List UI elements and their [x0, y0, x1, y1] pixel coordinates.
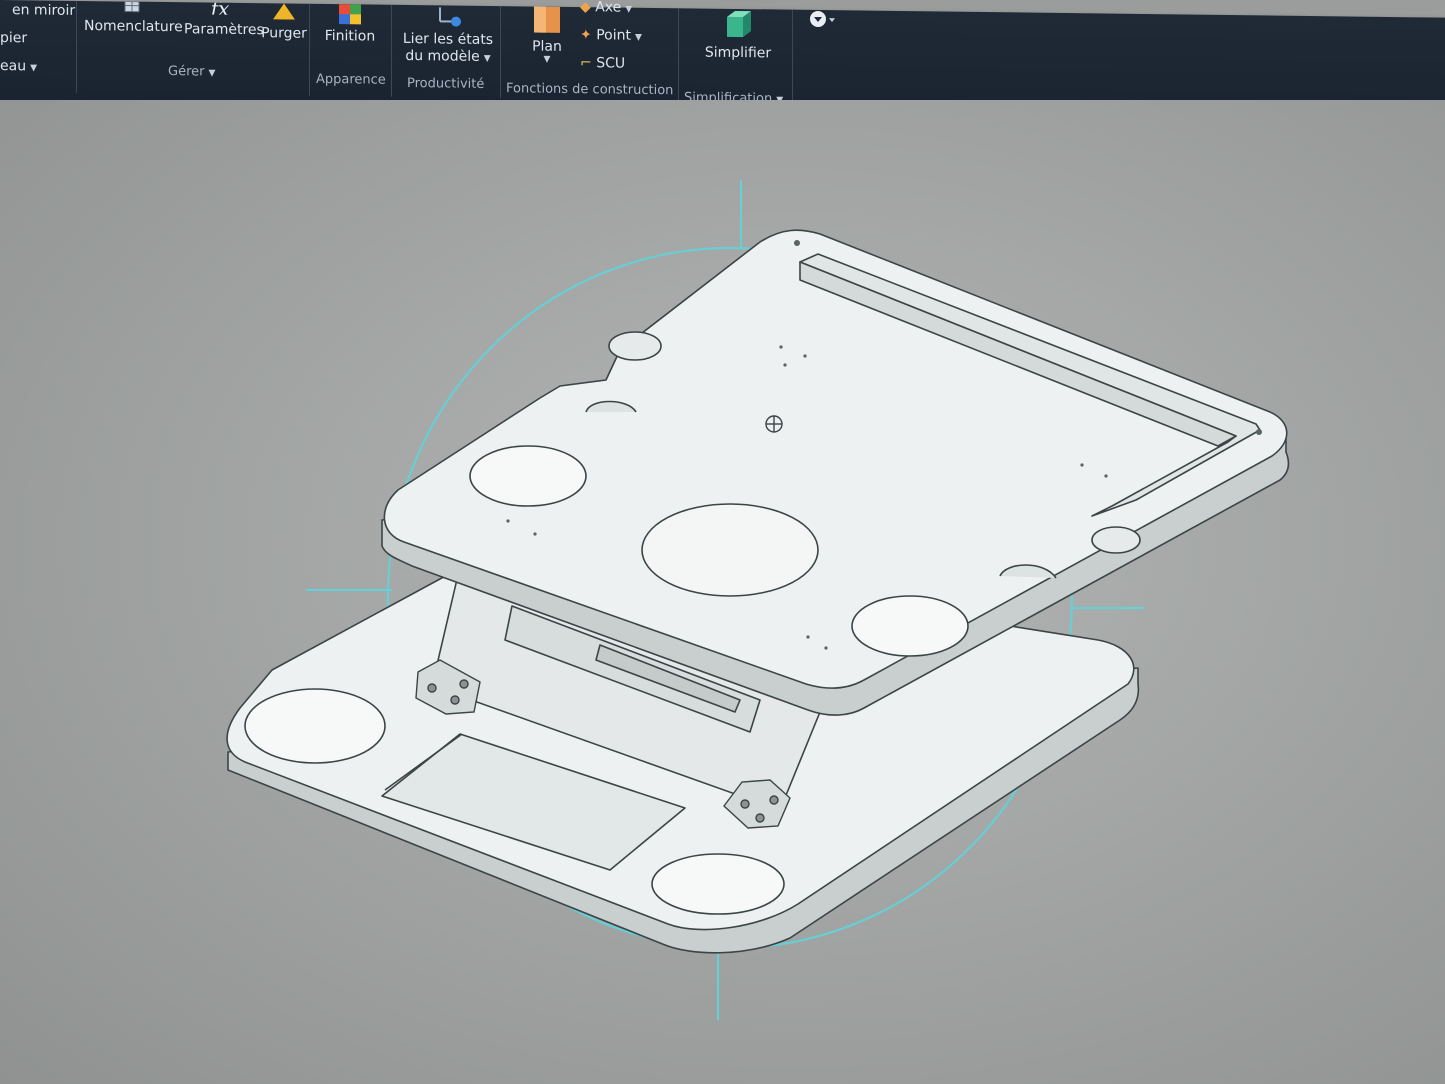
cup-hole-left: [244, 688, 386, 764]
handle-boss-top: [608, 331, 662, 361]
cup-hole-right: [651, 853, 785, 915]
top-hole-left: [469, 445, 587, 507]
handle-boss-right: [1091, 526, 1141, 554]
3d-model-canvas[interactable]: [0, 0, 1445, 1084]
top-hole-center: [641, 503, 819, 597]
top-hole-right: [851, 595, 969, 657]
center-of-gravity-icon: [765, 415, 783, 433]
